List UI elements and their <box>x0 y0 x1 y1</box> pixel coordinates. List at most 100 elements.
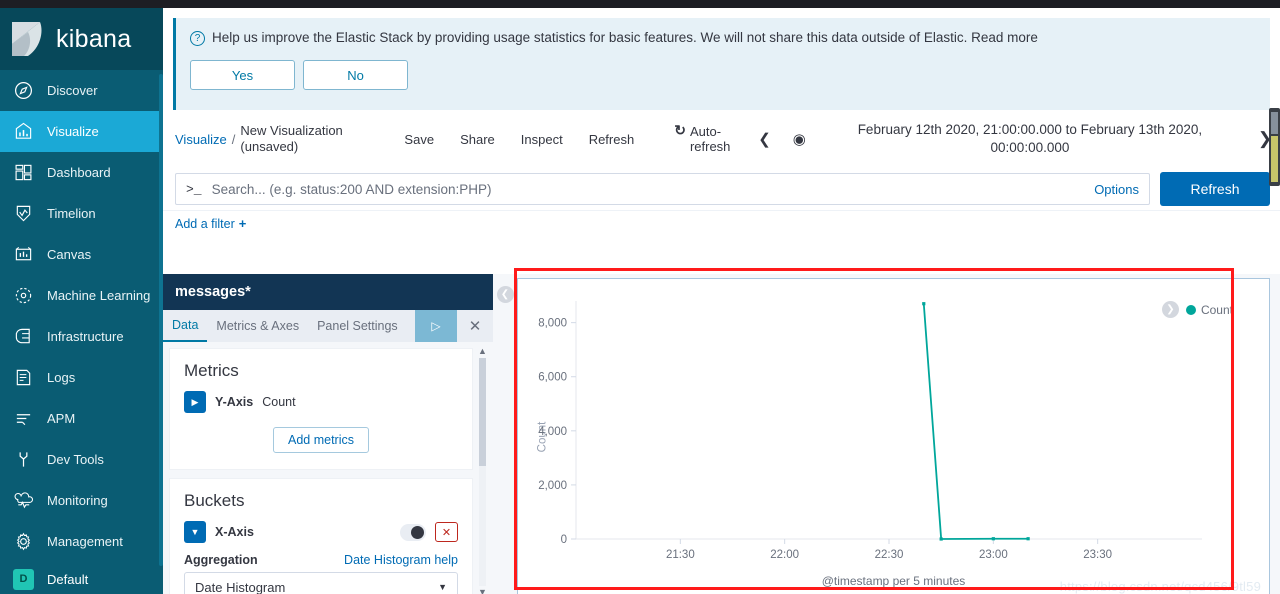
sidebar-item-infrastructure[interactable]: Infrastructure <box>0 316 163 357</box>
date-histogram-help-link[interactable]: Date Histogram help <box>344 553 458 567</box>
read-more-link[interactable]: Read more <box>971 30 1038 45</box>
sidebar-item-discover[interactable]: Discover <box>0 70 163 111</box>
editor-tabs: Data Metrics & Axes Panel Settings ▷ ✕ <box>163 310 493 342</box>
bucket-axis-label: X-Axis <box>215 525 254 539</box>
telemetry-no-button[interactable]: No <box>303 60 408 90</box>
bar-chart-icon <box>12 121 34 143</box>
apply-changes-button[interactable]: ▷ <box>415 310 457 342</box>
clock-icon[interactable]: ◉ <box>793 130 806 148</box>
svg-text:22:00: 22:00 <box>770 549 799 561</box>
svg-text:21:30: 21:30 <box>666 549 695 561</box>
metric-row-y-axis[interactable]: ▶ Y-Axis Count <box>184 391 458 413</box>
vis-editor-panel: messages* Data Metrics & Axes Panel Sett… <box>163 274 493 594</box>
breadcrumb-visualize[interactable]: Visualize <box>175 132 227 147</box>
auto-refresh-button[interactable]: ↻ Auto-refresh <box>674 122 736 155</box>
editor-collapse-column: ❮ <box>493 274 517 594</box>
chevron-right-icon[interactable]: ▶ <box>184 391 206 413</box>
kibana-logo[interactable]: kibana <box>0 8 163 70</box>
time-nav-arrows: ❮ ◉ <box>758 130 806 148</box>
scroll-down-icon[interactable]: ▼ <box>478 587 487 594</box>
sidebar-item-label: Canvas <box>47 247 92 262</box>
toggle-knob <box>411 525 424 539</box>
wrench-icon <box>12 449 34 471</box>
chevron-left-icon[interactable]: ❮ <box>758 130 771 148</box>
close-icon[interactable]: ✕ <box>457 310 493 342</box>
chevron-down-icon[interactable]: ▼ <box>184 521 206 543</box>
visualization-canvas: ❯ Count Count 0 2,000 4,000 6,000 8,000 21:30… <box>517 278 1270 594</box>
visualization-panel: ❯ Count Count 0 2,000 4,000 6,000 8,000 21:30… <box>517 274 1280 594</box>
svg-text:6,000: 6,000 <box>538 372 567 384</box>
auto-refresh-label: Auto-refresh <box>689 124 731 154</box>
legend-color-dot <box>1185 304 1196 315</box>
legend-label: Count <box>1200 302 1233 317</box>
watermark-text: https://blog.csdn.net/qcd456/9tl59 <box>1059 579 1261 594</box>
tabs-spacer <box>407 310 415 342</box>
telemetry-yes-button[interactable]: Yes <box>190 60 295 90</box>
add-metrics-button[interactable]: Add metrics <box>273 427 369 453</box>
chart-legend: ❯ Count <box>1161 301 1233 318</box>
sidebar-item-canvas[interactable]: Canvas <box>0 234 163 275</box>
metric-agg-value: Count <box>262 395 296 409</box>
tab-data[interactable]: Data <box>163 310 208 342</box>
metric-axis-label: Y-Axis <box>215 395 254 409</box>
scrollbar-thumb[interactable] <box>479 358 486 466</box>
editor-scrollbar[interactable]: ▲ ▼ <box>478 346 487 594</box>
add-filter-button[interactable]: Add a filter + <box>163 210 1280 236</box>
sidebar-item-machine-learning[interactable]: Machine Learning <box>0 275 163 316</box>
aggregation-value: Date Histogram <box>195 579 286 594</box>
space-label: Default <box>47 571 89 587</box>
breadcrumb: Visualize / New Visualization (unsaved) <box>175 123 360 155</box>
legend-item-count[interactable]: Count <box>1185 302 1233 317</box>
chevron-left-icon[interactable]: ❮ <box>496 286 514 303</box>
sidebar-item-logs[interactable]: Logs <box>0 357 163 398</box>
aggregation-select[interactable]: Date Histogram ▼ <box>184 572 458 594</box>
refresh-button[interactable]: Refresh <box>589 132 635 147</box>
sidebar-item-label: Visualize <box>47 124 99 139</box>
tab-panel-settings[interactable]: Panel Settings <box>308 310 407 342</box>
sidebar-item-dev-tools[interactable]: Dev Tools <box>0 439 163 480</box>
svg-text:8,000: 8,000 <box>538 318 567 330</box>
sidebar-item-visualize[interactable]: Visualize <box>0 111 163 152</box>
sidebar-item-timelion[interactable]: Timelion <box>0 193 163 234</box>
search-input[interactable]: >_ Search... (e.g. status:200 AND extens… <box>175 173 1150 205</box>
sidebar-item-label: Timelion <box>47 206 96 221</box>
query-options-link[interactable]: Options <box>1094 182 1139 197</box>
sidebar-item-management[interactable]: Management <box>0 521 163 562</box>
remove-bucket-button[interactable]: ✕ <box>435 522 458 542</box>
buckets-title: Buckets <box>184 491 245 510</box>
infrastructure-icon <box>12 326 34 348</box>
logs-icon <box>12 367 34 389</box>
bucket-enable-toggle[interactable] <box>400 523 426 541</box>
time-range-picker[interactable]: February 12th 2020, 21:00:00.000 to Febr… <box>806 121 1254 157</box>
chevron-down-icon: ▼ <box>438 582 447 592</box>
sidebar-item-label: Dev Tools <box>47 452 104 467</box>
page-scrollbar[interactable] <box>1269 108 1280 186</box>
space-selector-default[interactable]: D Default <box>0 562 163 594</box>
line-chart-svg: 0 2,000 4,000 6,000 8,000 21:30 22:00 22:30 23:0… <box>538 301 1202 561</box>
query-refresh-button[interactable]: Refresh <box>1160 172 1270 206</box>
space-avatar: D <box>13 568 34 590</box>
telemetry-callout: ? Help us improve the Elastic Stack by p… <box>173 18 1270 110</box>
buckets-card: Buckets ▼ X-Axis ✕ Aggregation Date Hist… <box>169 478 473 594</box>
bucket-row-x-axis: ▼ X-Axis ✕ <box>184 521 458 543</box>
timelion-icon <box>12 203 34 225</box>
add-filter-label: Add a filter <box>175 216 235 231</box>
sidebar-item-dashboard[interactable]: Dashboard <box>0 152 163 193</box>
sidebar-item-apm[interactable]: APM <box>0 398 163 439</box>
legend-collapse-icon[interactable]: ❯ <box>1161 301 1179 318</box>
sidebar-item-monitoring[interactable]: Monitoring <box>0 480 163 521</box>
compass-icon <box>12 80 34 102</box>
top-strip <box>0 0 1280 8</box>
kibana-app: kibana Discover Visualize Dashboard Time… <box>0 0 1280 594</box>
resize-grip[interactable]: ⋮ <box>488 466 493 478</box>
inspect-button[interactable]: Inspect <box>521 132 563 147</box>
query-bar: >_ Search... (e.g. status:200 AND extens… <box>163 168 1280 210</box>
main-content: ? Help us improve the Elastic Stack by p… <box>163 8 1280 594</box>
toolbar-actions: Save Share Inspect Refresh <box>404 132 634 147</box>
refresh-cycle-icon: ↻ <box>674 122 686 138</box>
share-button[interactable]: Share <box>460 132 495 147</box>
save-button[interactable]: Save <box>404 132 434 147</box>
kibana-logo-icon <box>10 20 46 58</box>
scroll-up-icon[interactable]: ▲ <box>478 346 487 357</box>
tab-metrics-axes[interactable]: Metrics & Axes <box>207 310 308 342</box>
